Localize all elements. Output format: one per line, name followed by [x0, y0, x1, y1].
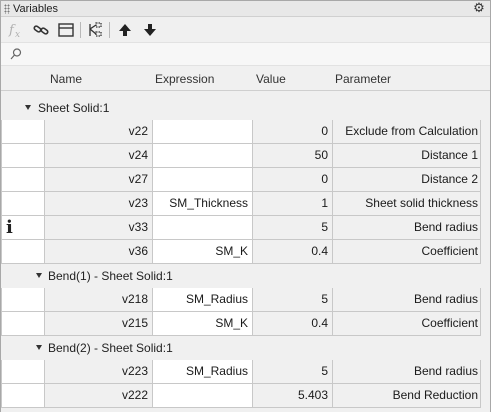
value-cell: 50: [253, 144, 333, 168]
window-icon[interactable]: [55, 20, 77, 40]
table-row[interactable]: v223 SM_Radius 5 Bend radius: [1, 360, 490, 384]
expression-cell[interactable]: SM_K: [153, 312, 253, 336]
collapse-triangle-icon[interactable]: [36, 345, 42, 350]
status-cell: [1, 168, 45, 192]
value-cell: 5: [253, 288, 333, 312]
name-cell[interactable]: v36: [45, 240, 153, 264]
arrow-up-icon[interactable]: [114, 20, 136, 40]
table-row[interactable]: v36 SM_K 0.4 Coefficient: [1, 240, 490, 264]
value-cell: 5: [253, 360, 333, 384]
value-cell: 0: [253, 120, 333, 144]
group-label: Bend(2) - Sheet Solid:1: [48, 341, 173, 355]
name-cell[interactable]: v215: [45, 312, 153, 336]
expression-cell[interactable]: SM_K: [153, 240, 253, 264]
drag-grip-icon[interactable]: [4, 4, 10, 14]
column-header-parameter[interactable]: Parameter: [335, 72, 391, 86]
svg-text:x: x: [15, 30, 20, 39]
status-cell: [1, 384, 45, 408]
collapse-triangle-icon[interactable]: [36, 273, 42, 278]
group-header-sheet-solid-1[interactable]: Sheet Solid:1: [1, 96, 490, 120]
expression-cell[interactable]: [153, 384, 253, 408]
table-row[interactable]: v222 5.403 Bend Reduction: [1, 384, 490, 408]
column-header-value[interactable]: Value: [256, 72, 286, 86]
parameter-cell: Coefficient: [333, 240, 481, 264]
status-cell: i: [1, 216, 45, 240]
parameter-cell: Distance 2: [333, 168, 481, 192]
column-header-name[interactable]: Name: [50, 72, 82, 86]
table-row[interactable]: v23 SM_Thickness 1 Sheet solid thickness: [1, 192, 490, 216]
status-cell: [1, 192, 45, 216]
group-label: Bend(1) - Sheet Solid:1: [48, 269, 173, 283]
table-row[interactable]: v22 0 Exclude from Calculation: [1, 120, 490, 144]
search-icon: [10, 48, 22, 60]
parameter-cell: Coefficient: [333, 312, 481, 336]
name-cell[interactable]: v23: [45, 192, 153, 216]
parameter-cell: Bend Reduction: [333, 384, 481, 408]
name-cell[interactable]: v27: [45, 168, 153, 192]
parameter-cell: Bend radius: [333, 360, 481, 384]
value-cell: 1: [253, 192, 333, 216]
table-row[interactable]: v24 50 Distance 1: [1, 144, 490, 168]
search-bar: [1, 42, 490, 66]
name-cell[interactable]: v223: [45, 360, 153, 384]
group-header-bend-2[interactable]: Bend(2) - Sheet Solid:1: [1, 336, 490, 360]
expression-cell[interactable]: [153, 144, 253, 168]
status-cell: [1, 240, 45, 264]
value-cell: 5: [253, 216, 333, 240]
fx-icon[interactable]: fx: [5, 20, 27, 40]
status-cell: [1, 360, 45, 384]
expression-cell[interactable]: [153, 120, 253, 144]
parameter-cell: Bend radius: [333, 288, 481, 312]
table-row[interactable]: i v33 5 Bend radius: [1, 216, 490, 240]
vertical-scrollbar[interactable]: [481, 92, 490, 412]
panel-title: Variables: [13, 3, 59, 15]
value-cell: 0: [253, 168, 333, 192]
name-cell[interactable]: v218: [45, 288, 153, 312]
table-row[interactable]: v27 0 Distance 2: [1, 168, 490, 192]
column-header-row: Name Expression Value Parameter: [1, 67, 490, 91]
status-cell: [1, 288, 45, 312]
name-cell[interactable]: v222: [45, 384, 153, 408]
group-label: Sheet Solid:1: [38, 101, 110, 115]
variables-table: Sheet Solid:1 v22 0 Exclude from Calcula…: [1, 92, 490, 412]
parameter-cell: Exclude from Calculation: [333, 120, 481, 144]
collapse-triangle-icon[interactable]: [25, 105, 31, 110]
parameter-cell: Distance 1: [333, 144, 481, 168]
link-icon[interactable]: [30, 20, 52, 40]
table-row[interactable]: v218 SM_Radius 5 Bend radius: [1, 288, 490, 312]
expression-cell[interactable]: [153, 216, 253, 240]
search-input[interactable]: [27, 45, 477, 63]
expression-cell[interactable]: [153, 168, 253, 192]
toolbar: fx: [1, 18, 490, 42]
toolbar-separator: [80, 22, 81, 38]
name-cell[interactable]: v33: [45, 216, 153, 240]
group-header-bend-1[interactable]: Bend(1) - Sheet Solid:1: [1, 264, 490, 288]
variables-panel: Variables ⚙ fx Name Expression Value Par…: [0, 0, 491, 412]
expression-cell[interactable]: SM_Thickness: [153, 192, 253, 216]
panel-titlebar[interactable]: Variables ⚙: [1, 1, 490, 17]
status-cell: [1, 120, 45, 144]
value-cell: 5.403: [253, 384, 333, 408]
gear-icon[interactable]: ⚙: [472, 1, 486, 15]
name-cell[interactable]: v22: [45, 120, 153, 144]
name-cell[interactable]: v24: [45, 144, 153, 168]
tree-icon[interactable]: [84, 20, 106, 40]
status-cell: [1, 144, 45, 168]
column-header-expression[interactable]: Expression: [155, 72, 214, 86]
parameter-cell: Bend radius: [333, 216, 481, 240]
status-cell: [1, 312, 45, 336]
value-cell: 0.4: [253, 240, 333, 264]
expression-cell[interactable]: SM_Radius: [153, 360, 253, 384]
table-row[interactable]: v215 SM_K 0.4 Coefficient: [1, 312, 490, 336]
info-icon[interactable]: i: [6, 219, 13, 237]
expression-cell[interactable]: SM_Radius: [153, 288, 253, 312]
toolbar-separator: [109, 22, 110, 38]
parameter-cell: Sheet solid thickness: [333, 192, 481, 216]
arrow-down-icon[interactable]: [139, 20, 161, 40]
value-cell: 0.4: [253, 312, 333, 336]
